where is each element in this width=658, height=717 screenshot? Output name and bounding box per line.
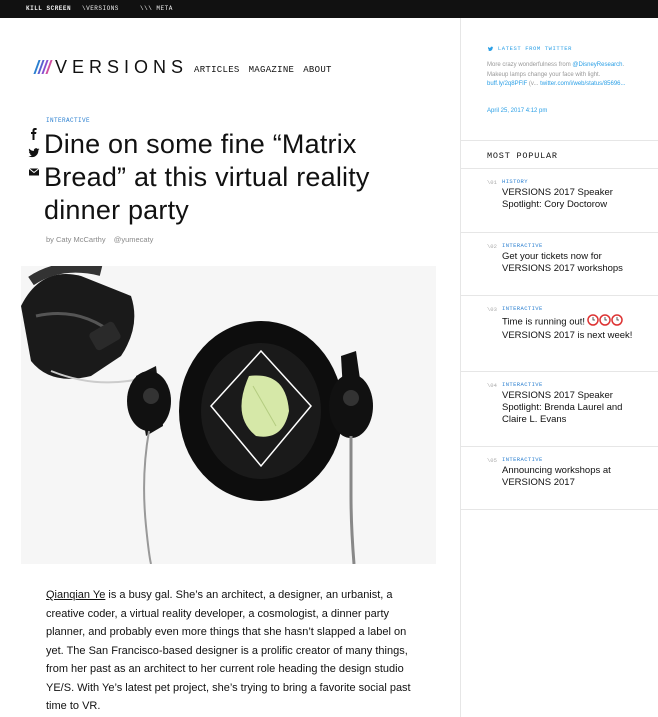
- logo-mark: [33, 60, 53, 74]
- tweet-link-1[interactable]: buff.ly/2q8PFlF: [487, 81, 527, 87]
- popular-number: \03: [487, 306, 497, 313]
- tweet-text-end: (v...: [527, 81, 541, 87]
- top-bar: KILL SCREEN \VERSIONS \\\ META: [0, 0, 658, 18]
- nav-about[interactable]: ABOUT: [303, 65, 332, 75]
- twitter-heading-text: LATEST FROM TWITTER: [497, 45, 573, 52]
- popular-category[interactable]: INTERACTIVE: [502, 456, 649, 463]
- popular-category[interactable]: INTERACTIVE: [502, 242, 649, 249]
- article-category[interactable]: INTERACTIVE: [46, 117, 90, 124]
- alarm-clock-icon: [587, 314, 623, 330]
- popular-item[interactable]: \04 INTERACTIVE VERSIONS 2017 Speaker Sp…: [461, 372, 658, 447]
- popular-category[interactable]: INTERACTIVE: [502, 305, 649, 312]
- popular-number: \02: [487, 243, 497, 250]
- nav-articles[interactable]: ARTICLES: [194, 65, 240, 75]
- byline: by Caty McCarthy @yumecaty: [46, 235, 159, 244]
- byline-handle[interactable]: @yumecaty: [114, 235, 154, 244]
- twitter-bird-icon: [487, 46, 494, 51]
- most-popular: MOST POPULAR \01 HISTORY VERSIONS 2017 S…: [461, 140, 658, 510]
- popular-item[interactable]: \01 HISTORY VERSIONS 2017 Speaker Spotli…: [461, 169, 658, 233]
- article-body: Qianqian Ye is a busy gal. She’s an arch…: [46, 586, 412, 716]
- nav-magazine[interactable]: MAGAZINE: [249, 65, 295, 75]
- kill-screen-link[interactable]: KILL SCREEN: [26, 5, 71, 12]
- byline-author[interactable]: by Caty McCarthy: [46, 235, 106, 244]
- share-bar: [28, 127, 40, 184]
- popular-title[interactable]: VERSIONS 2017 Speaker Spotlight: Cory Do…: [502, 187, 649, 211]
- tweet-text-start: More crazy wonderfulness from: [487, 62, 573, 68]
- popular-number: \04: [487, 382, 497, 389]
- meta-link[interactable]: \\\ META: [140, 5, 173, 12]
- popular-title[interactable]: VERSIONS 2017 Speaker Spotlight: Brenda …: [502, 390, 649, 426]
- qianqian-ye-link[interactable]: Qianqian Ye: [46, 589, 105, 601]
- tweet-mention-link[interactable]: @DisneyResearch: [572, 62, 622, 68]
- popular-number: \01: [487, 179, 497, 186]
- plate-illustration: [179, 321, 343, 501]
- most-popular-heading: MOST POPULAR: [461, 141, 658, 169]
- versions-link[interactable]: \VERSIONS: [82, 5, 119, 12]
- twitter-icon[interactable]: [28, 146, 40, 158]
- article-body-text: is a busy gal. She’s an architect, a des…: [46, 589, 411, 712]
- popular-title[interactable]: Time is running out! VERSIONS 2017 is nex…: [502, 314, 649, 342]
- popular-title[interactable]: Announcing workshops at VERSIONS 2017: [502, 465, 649, 489]
- article-title: Dine on some fine “Matrix Bread” at this…: [44, 129, 370, 225]
- popular-title-a: Time is running out!: [502, 316, 586, 328]
- logo-text: VERSIONS: [55, 56, 189, 77]
- popular-item[interactable]: \05 INTERACTIVE Announcing workshops at …: [461, 447, 658, 510]
- popular-title-b: VERSIONS 2017 is next week!: [502, 330, 633, 341]
- popular-category[interactable]: INTERACTIVE: [502, 381, 649, 388]
- sidebar: LATEST FROM TWITTER More crazy wonderful…: [460, 18, 658, 717]
- popular-title[interactable]: Get your tickets now for VERSIONS 2017 w…: [502, 251, 649, 275]
- hero-image: [21, 266, 436, 564]
- popular-item[interactable]: \03 INTERACTIVE Time is running out! VERS…: [461, 296, 658, 372]
- popular-category[interactable]: HISTORY: [502, 178, 649, 185]
- tweet-text: More crazy wonderfulness from @DisneyRes…: [487, 61, 639, 90]
- site-logo[interactable]: VERSIONS: [33, 56, 189, 77]
- popular-item[interactable]: \02 INTERACTIVE Get your tickets now for…: [461, 233, 658, 296]
- email-icon[interactable]: [28, 165, 40, 177]
- main-nav: ARTICLES MAGAZINE ABOUT: [194, 65, 332, 75]
- tweet-date[interactable]: April 25, 2017 4:12 pm: [487, 108, 547, 114]
- tweet-link-2[interactable]: twitter.com/i/web/status/85696...: [540, 81, 625, 87]
- facebook-icon[interactable]: [28, 127, 40, 140]
- twitter-heading: LATEST FROM TWITTER: [487, 45, 572, 52]
- popular-number: \05: [487, 457, 497, 464]
